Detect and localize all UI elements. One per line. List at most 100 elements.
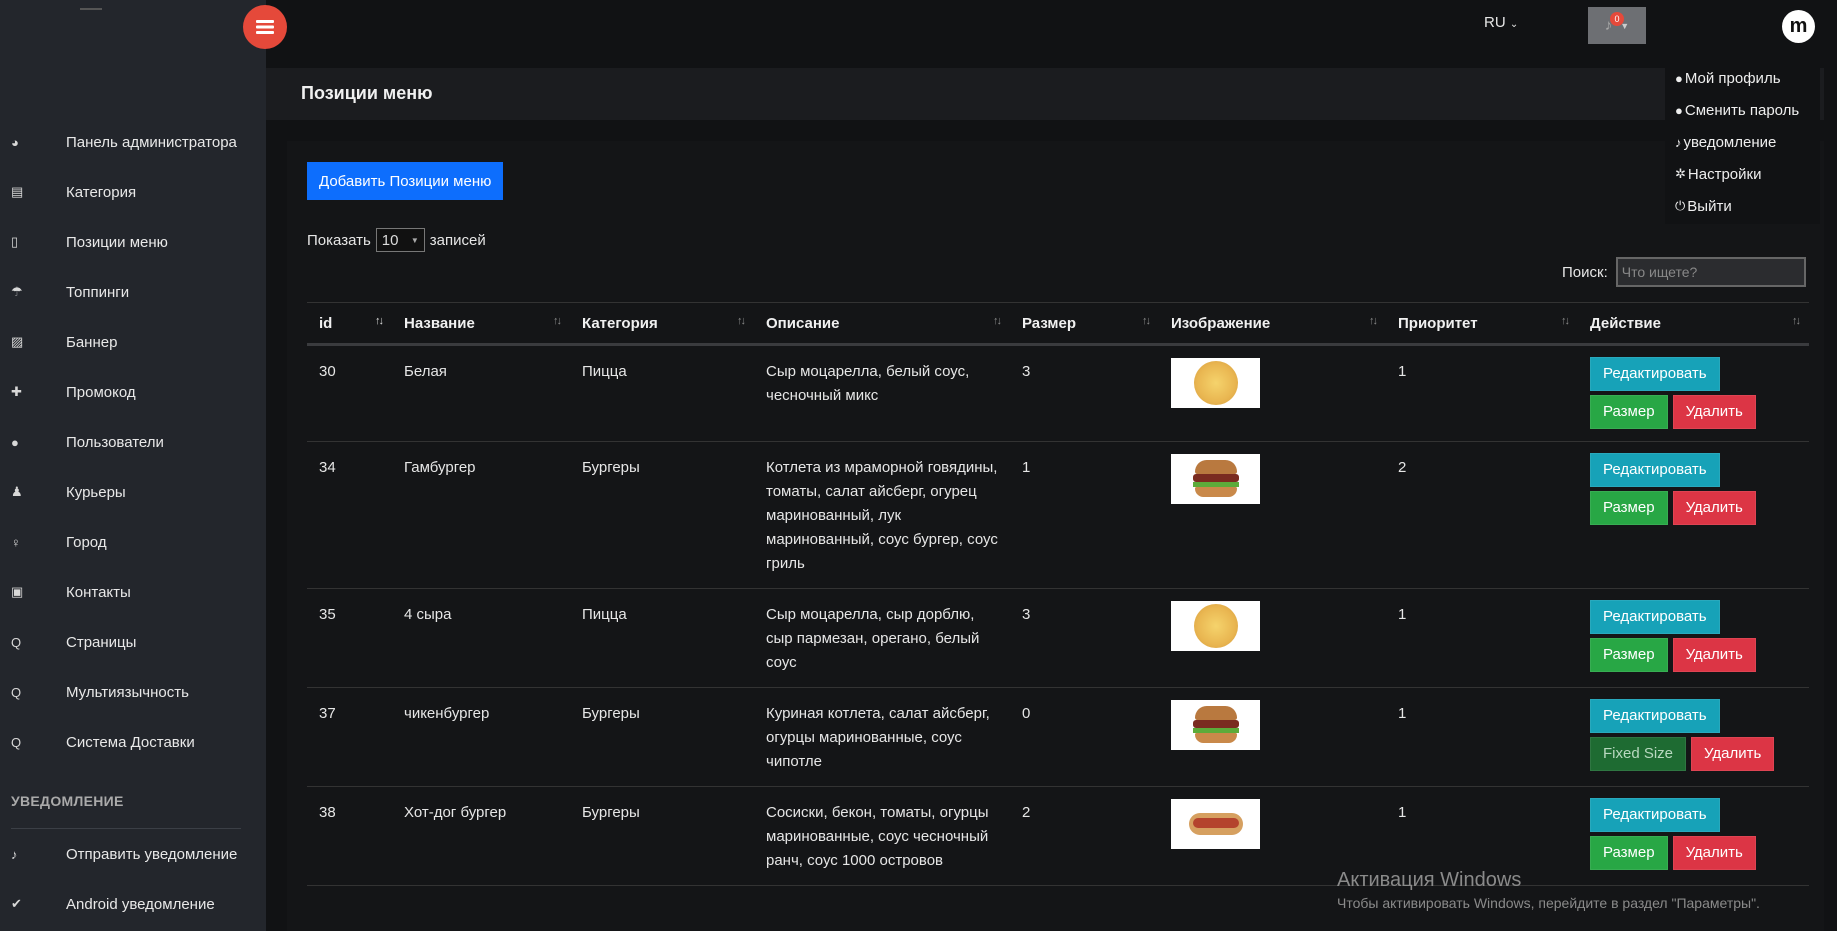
edit-button[interactable]: Редактировать: [1590, 699, 1720, 733]
sidebar-item-0[interactable]: ◕ Панель администратора: [0, 117, 266, 167]
table-row: 34 Гамбургер Бургеры Котлета из мраморной г…: [307, 441, 1809, 589]
column-header[interactable]: Категория ↑↓: [570, 302, 754, 346]
page-size-value: 10: [381, 231, 399, 249]
sidebar-notifications-menu: ♪ Отправить уведомление ✔ Android уведомлен…: [0, 829, 266, 929]
language-selector[interactable]: RU ⌄: [1484, 14, 1518, 31]
sidebar-item-6[interactable]: ● Пользователи: [0, 417, 266, 467]
sidebar-item-label: Позиции меню: [66, 233, 168, 251]
cell-actions: Редактировать Fixed Size Удалить: [1578, 687, 1809, 787]
profile-menu-label: Выйти: [1687, 197, 1732, 215]
delete-button[interactable]: Удалить: [1672, 491, 1756, 525]
cell-id: 38: [307, 786, 392, 886]
cell-size: 3: [1010, 344, 1159, 442]
delete-button[interactable]: Удалить: [1672, 638, 1756, 672]
sidebar-item-12[interactable]: Q Система Доставки: [0, 717, 266, 767]
male-icon: ♟: [11, 484, 23, 499]
column-header-label: Категория: [582, 314, 658, 332]
action-row: Размер Удалить: [1590, 395, 1797, 429]
sidebar-item-4[interactable]: ▨ Баннер: [0, 317, 266, 367]
sidebar-item-7[interactable]: ♟ Курьеры: [0, 467, 266, 517]
product-thumbnail: [1171, 601, 1260, 651]
action-buttons: Редактировать Размер Удалить: [1590, 357, 1797, 429]
cell-description: Куриная котлета, салат айсберг, огурцы м…: [754, 687, 1010, 787]
cell-size: 3: [1010, 588, 1159, 688]
column-header[interactable]: Действие ↑↓: [1578, 302, 1809, 346]
search-icon: Q: [11, 734, 22, 750]
sidebar-notification-item-0[interactable]: ♪ Отправить уведомление: [0, 829, 266, 879]
cell-description: Сыр моцарелла, сыр дорблю, сыр пармезан,…: [754, 588, 1010, 688]
cell-priority: 1: [1386, 687, 1578, 787]
size-button[interactable]: Размер: [1590, 491, 1668, 525]
power-icon: ⏻: [1675, 198, 1686, 213]
avatar[interactable]: m: [1782, 10, 1815, 43]
column-header[interactable]: Изображение ↑↓: [1159, 302, 1386, 346]
edit-button[interactable]: Редактировать: [1590, 357, 1720, 391]
profile-menu-item[interactable]: ● Сменить пароль: [1665, 94, 1820, 126]
sort-icon: ↑↓: [1369, 315, 1378, 327]
profile-menu-item[interactable]: ● Мой профиль: [1665, 62, 1820, 94]
table-row: 30 Белая Пицца Сыр моцарелла, белый соус, ч…: [307, 344, 1809, 442]
sidebar-item-10[interactable]: Q Страницы: [0, 617, 266, 667]
cell-priority: 1: [1386, 588, 1578, 688]
column-header[interactable]: id ↑↓: [307, 302, 392, 346]
size-button[interactable]: Размер: [1590, 638, 1668, 672]
add-menu-item-button[interactable]: Добавить Позиции меню: [307, 162, 504, 200]
column-header-label: Изображение: [1171, 314, 1271, 332]
sidebar-item-5[interactable]: ✚ Промокод: [0, 367, 266, 417]
contact-book-icon: ▣: [11, 584, 24, 599]
edit-button[interactable]: Редактировать: [1590, 600, 1720, 634]
profile-menu-item[interactable]: ✲ Настройки: [1665, 158, 1820, 190]
table-row: 35 4 сыра Пицца Сыр моцарелла, сыр дорблю, …: [307, 588, 1809, 688]
sidebar-toggle-button[interactable]: [243, 5, 287, 49]
profile-menu-item[interactable]: ♪ уведомление: [1665, 126, 1820, 158]
size-button[interactable]: Размер: [1590, 395, 1668, 429]
bell-icon: ♪: [1675, 134, 1682, 150]
action-row: Редактировать: [1590, 699, 1797, 733]
sort-icon: ↑↓: [553, 315, 562, 327]
column-header[interactable]: Описание ↑↓: [754, 302, 1010, 346]
burger-layer: [1192, 720, 1239, 728]
action-row: Размер Удалить: [1590, 836, 1797, 870]
cell-name: Белая: [392, 344, 570, 442]
cell-id: 37: [307, 687, 392, 787]
dashboard-icon: ◕: [11, 134, 19, 150]
cell-priority: 2: [1386, 441, 1578, 589]
notifications-button[interactable]: ♪ 0 ▼: [1588, 7, 1646, 44]
sidebar-item-label: Город: [66, 533, 107, 551]
search-input[interactable]: [1615, 257, 1806, 287]
profile-menu-item[interactable]: ⏻ Выйти: [1665, 190, 1820, 222]
column-header[interactable]: Название ↑↓: [392, 302, 570, 346]
sidebar-item-label: Промокод: [66, 383, 136, 401]
sidebar-item-label: Контакты: [66, 583, 131, 601]
delete-button[interactable]: Удалить: [1672, 395, 1756, 429]
sidebar-item-8[interactable]: ♀ Город: [0, 517, 266, 567]
sidebar-item-11[interactable]: Q Мультиязычность: [0, 667, 266, 717]
fixed-size-button[interactable]: Fixed Size: [1590, 737, 1687, 771]
pizza-image: [1193, 361, 1238, 405]
page-size-select[interactable]: 10 ▼: [375, 228, 425, 252]
hotdog-image: [1188, 809, 1243, 839]
sidebar-item-3[interactable]: ☂ Топпинги: [0, 267, 266, 317]
search-label: Поиск:: [1562, 263, 1608, 281]
delete-button[interactable]: Удалить: [1691, 737, 1775, 771]
burger-layer: [1194, 487, 1237, 497]
sidebar-menu: ◕ Панель администратора ▤ Категория ▯ Позиции…: [0, 117, 266, 767]
sidebar-item-9[interactable]: ▣ Контакты: [0, 567, 266, 617]
sort-icon: ↑↓: [375, 315, 384, 327]
product-thumbnail: [1171, 799, 1260, 849]
table-body: 30 Белая Пицца Сыр моцарелла, белый соус, ч…: [307, 344, 1809, 886]
size-button[interactable]: Размер: [1590, 836, 1668, 870]
column-header[interactable]: Размер ↑↓: [1010, 302, 1159, 346]
sidebar-item-2[interactable]: ▯ Позиции меню: [0, 217, 266, 267]
image-icon: ▨: [11, 334, 24, 349]
sidebar-item-label: Панель администратора: [66, 133, 237, 151]
sidebar-item-1[interactable]: ▤ Категория: [0, 167, 266, 217]
column-header[interactable]: Приоритет ↑↓: [1386, 302, 1578, 346]
watermark-subtitle: Чтобы активировать Windows, перейдите в …: [1337, 895, 1760, 911]
edit-button[interactable]: Редактировать: [1590, 453, 1720, 487]
windows-activation-watermark: Активация Windows Чтобы активировать Win…: [1337, 869, 1760, 911]
delete-button[interactable]: Удалить: [1672, 836, 1756, 870]
edit-button[interactable]: Редактировать: [1590, 798, 1720, 832]
language-label: RU: [1484, 14, 1506, 31]
sidebar-notification-item-1[interactable]: ✔ Android уведомление: [0, 879, 266, 929]
